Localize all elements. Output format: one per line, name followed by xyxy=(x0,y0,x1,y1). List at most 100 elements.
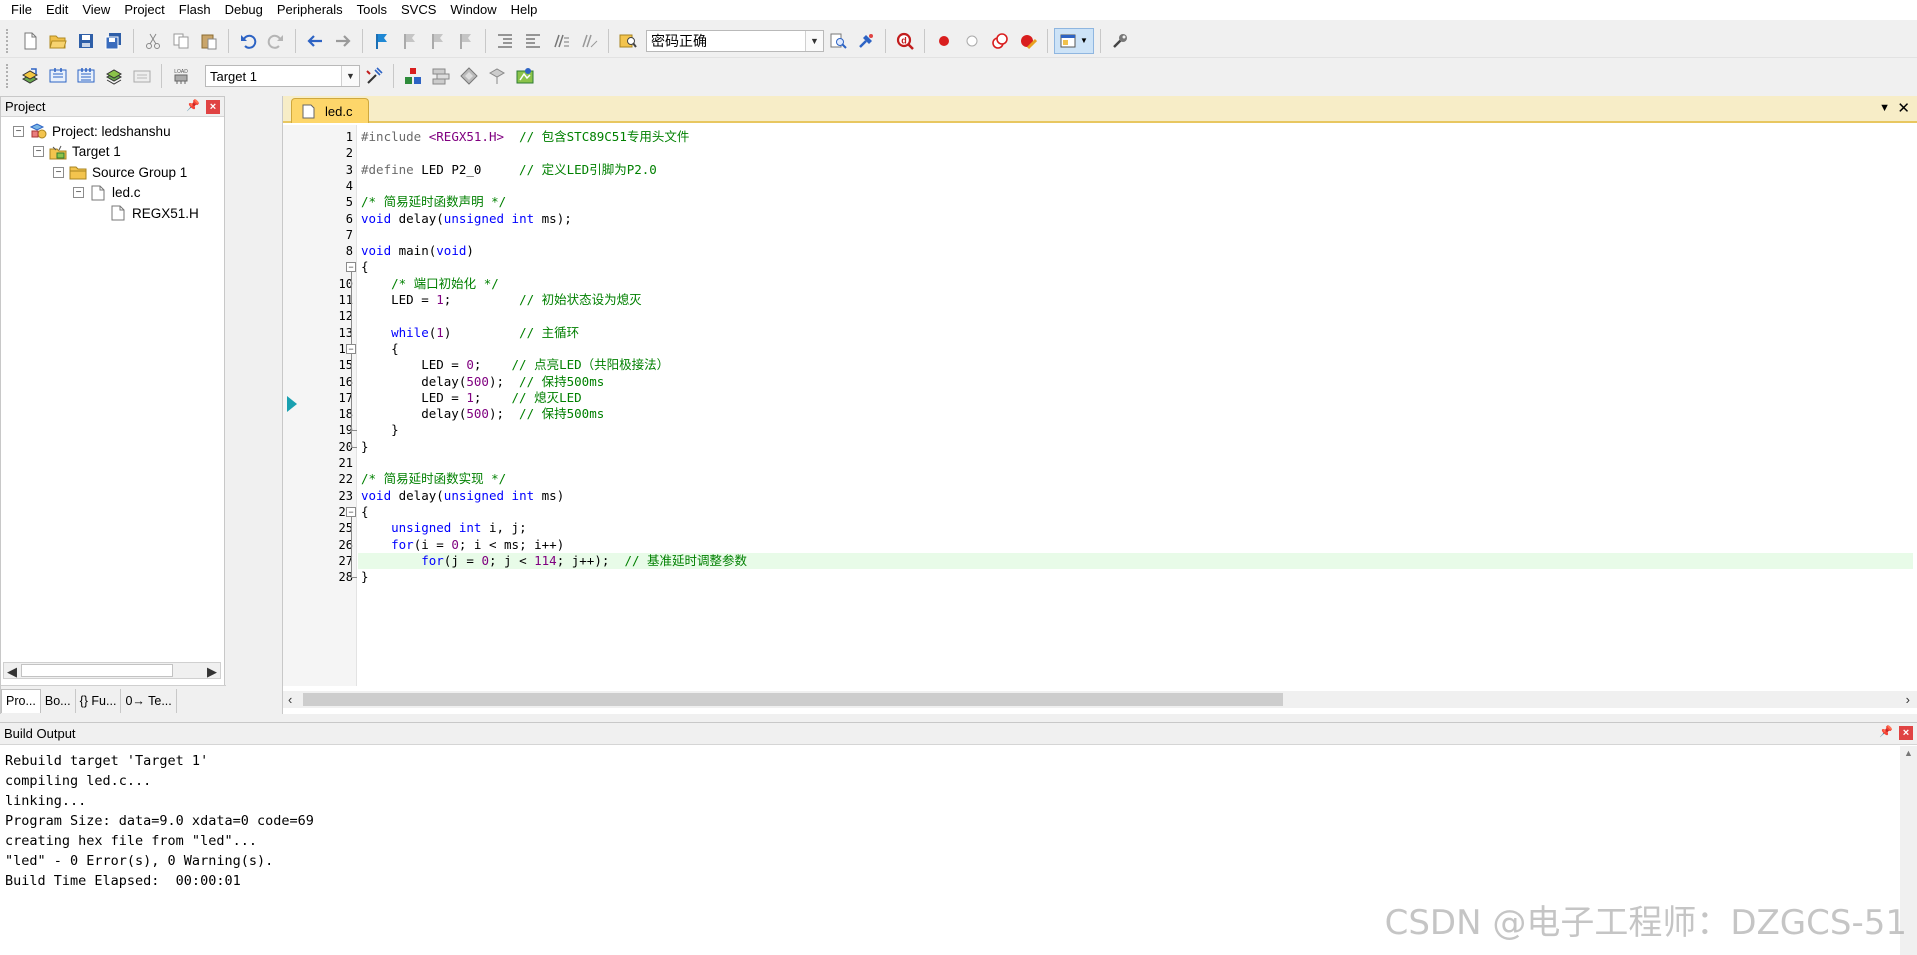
scroll-left-icon[interactable]: ‹ xyxy=(288,691,292,708)
close-icon[interactable]: ✕ xyxy=(1897,99,1910,117)
tree-collapse-icon[interactable]: − xyxy=(53,166,64,178)
paste-icon[interactable] xyxy=(196,28,222,54)
menu-peripherals[interactable]: Peripherals xyxy=(270,0,350,20)
code-line[interactable] xyxy=(358,227,361,243)
tree-item[interactable]: − led.c xyxy=(73,183,141,203)
copy-icon[interactable] xyxy=(168,28,194,54)
tree-collapse-icon[interactable]: − xyxy=(73,187,84,198)
next-bookmark-icon[interactable] xyxy=(425,28,451,54)
editor-horizontal-scrollbar[interactable]: ‹ › xyxy=(283,691,1917,708)
tree-collapse-icon[interactable]: − xyxy=(13,125,24,137)
undo-icon[interactable] xyxy=(235,28,261,54)
menu-file[interactable]: File xyxy=(4,0,39,20)
code-line[interactable] xyxy=(358,455,361,471)
code-line[interactable]: delay(500); // 保持500ms xyxy=(358,406,604,422)
tree-item[interactable]: − Project: ledshanshu xyxy=(13,121,171,141)
code-line[interactable]: delay(500); // 保持500ms xyxy=(358,374,604,390)
books-icon[interactable] xyxy=(456,63,482,89)
batch-build-icon[interactable] xyxy=(101,63,127,89)
code-line[interactable]: } xyxy=(358,569,369,585)
scrollbar-thumb[interactable] xyxy=(21,664,173,677)
tree-item[interactable]: − Source Group 1 xyxy=(53,162,187,182)
tree-item[interactable]: − Target 1 xyxy=(33,142,121,162)
window-layout-icon[interactable]: ▼ xyxy=(1054,27,1094,54)
tree-collapse-icon[interactable]: − xyxy=(33,146,44,157)
code-line[interactable]: for(i = 0; i < ms; i++) xyxy=(358,537,564,553)
menu-svcs[interactable]: SVCS xyxy=(394,0,443,20)
debug-session-icon[interactable]: d xyxy=(892,28,918,54)
configure-icon[interactable] xyxy=(1107,28,1133,54)
code-line[interactable]: } xyxy=(358,422,399,438)
code-text-area[interactable]: #include <REGX51.H> // 包含STC89C51专用头文件 #d… xyxy=(358,125,1917,686)
clear-bookmarks-icon[interactable] xyxy=(453,28,479,54)
project-horizontal-scrollbar[interactable]: ◀ ▶ xyxy=(3,662,221,679)
indent-icon[interactable] xyxy=(492,28,518,54)
code-line[interactable]: #define LED P2_0 // 定义LED引脚为P2.0 xyxy=(358,162,657,178)
kill-breakpoints-icon[interactable] xyxy=(987,28,1013,54)
code-line[interactable]: LED = 1; // 熄灭LED xyxy=(358,390,581,406)
clear-breakpoints-icon[interactable] xyxy=(1015,28,1041,54)
find-icon[interactable] xyxy=(825,28,851,54)
fold-collapse-icon[interactable]: − xyxy=(346,506,356,517)
menu-window[interactable]: Window xyxy=(443,0,503,20)
code-line[interactable] xyxy=(358,178,361,194)
build-output-text[interactable]: Rebuild target 'Target 1' compiling led.c… xyxy=(5,751,314,891)
tree-item[interactable]: REGX51.H xyxy=(93,203,199,223)
scrollbar-thumb[interactable] xyxy=(303,693,1283,706)
code-line[interactable]: /* 简易延时函数实现 */ xyxy=(358,471,506,487)
fold-collapse-icon[interactable]: − xyxy=(346,262,356,273)
chevron-down-icon[interactable]: ▼ xyxy=(805,30,823,51)
translate-icon[interactable] xyxy=(17,63,43,89)
menu-view[interactable]: View xyxy=(75,0,117,20)
project-tab-0[interactable]: Pro... xyxy=(1,688,41,713)
toolbar-grip[interactable] xyxy=(6,64,10,88)
open-icon[interactable] xyxy=(45,28,71,54)
new-file-icon[interactable] xyxy=(17,28,43,54)
code-line[interactable]: { xyxy=(358,504,369,520)
disable-breakpoint-icon[interactable] xyxy=(959,28,985,54)
fold-collapse-icon[interactable]: − xyxy=(346,343,356,354)
close-icon[interactable]: × xyxy=(206,100,220,114)
code-line[interactable]: #include <REGX51.H> // 包含STC89C51专用头文件 xyxy=(358,129,689,145)
nav-forward-icon[interactable] xyxy=(330,28,356,54)
code-line[interactable]: for(j = 0; j < 114; j++); // 基准延时调整参数 xyxy=(358,552,1913,570)
event-recorder-icon[interactable] xyxy=(512,63,538,89)
scroll-right-icon[interactable]: › xyxy=(1906,691,1910,708)
code-line[interactable]: /* 简易延时函数声明 */ xyxy=(358,194,506,210)
menu-edit[interactable]: Edit xyxy=(39,0,75,20)
code-line[interactable]: { xyxy=(358,341,399,357)
code-line[interactable]: LED = 1; // 初始状态设为熄灭 xyxy=(358,292,642,308)
redo-icon[interactable] xyxy=(263,28,289,54)
chevron-down-icon[interactable]: ▼ xyxy=(341,66,359,86)
options-icon[interactable] xyxy=(361,63,387,89)
code-line[interactable]: unsigned int i, j; xyxy=(358,520,526,536)
project-tab-2[interactable]: {} Fu... xyxy=(76,688,122,713)
toolbar-grip[interactable] xyxy=(6,28,10,53)
prev-bookmark-icon[interactable] xyxy=(397,28,423,54)
menu-debug[interactable]: Debug xyxy=(218,0,270,20)
find-in-files-icon[interactable] xyxy=(615,28,641,54)
save-all-icon[interactable] xyxy=(101,28,127,54)
code-line[interactable]: void delay(unsigned int ms) xyxy=(358,488,564,504)
menu-project[interactable]: Project xyxy=(117,0,171,20)
code-line[interactable]: void delay(unsigned int ms); xyxy=(358,211,572,227)
code-line[interactable]: } xyxy=(358,439,369,455)
tab-led-c[interactable]: led.c xyxy=(291,98,369,123)
uncomment-icon[interactable] xyxy=(576,28,602,54)
close-icon[interactable]: × xyxy=(1899,726,1913,740)
scroll-up-icon[interactable]: ▲ xyxy=(1904,748,1913,758)
build-icon[interactable] xyxy=(45,63,71,89)
code-line[interactable]: /* 端口初始化 */ xyxy=(358,276,499,292)
find-combo[interactable]: 密码正确 ▼ xyxy=(646,29,824,52)
pin-icon[interactable]: 📌 xyxy=(1879,725,1893,738)
code-line[interactable]: void main(void) xyxy=(358,243,474,259)
target-combo[interactable]: Target 1 ▼ xyxy=(205,65,360,87)
download-icon[interactable]: LOAD xyxy=(168,63,194,89)
tab-list-dropdown-icon[interactable]: ▼ xyxy=(1879,102,1890,114)
code-line[interactable]: while(1) // 主循环 xyxy=(358,325,579,341)
cut-icon[interactable] xyxy=(140,28,166,54)
save-icon[interactable] xyxy=(73,28,99,54)
comment-icon[interactable] xyxy=(548,28,574,54)
menu-help[interactable]: Help xyxy=(504,0,545,20)
select-pack-icon[interactable] xyxy=(428,63,454,89)
